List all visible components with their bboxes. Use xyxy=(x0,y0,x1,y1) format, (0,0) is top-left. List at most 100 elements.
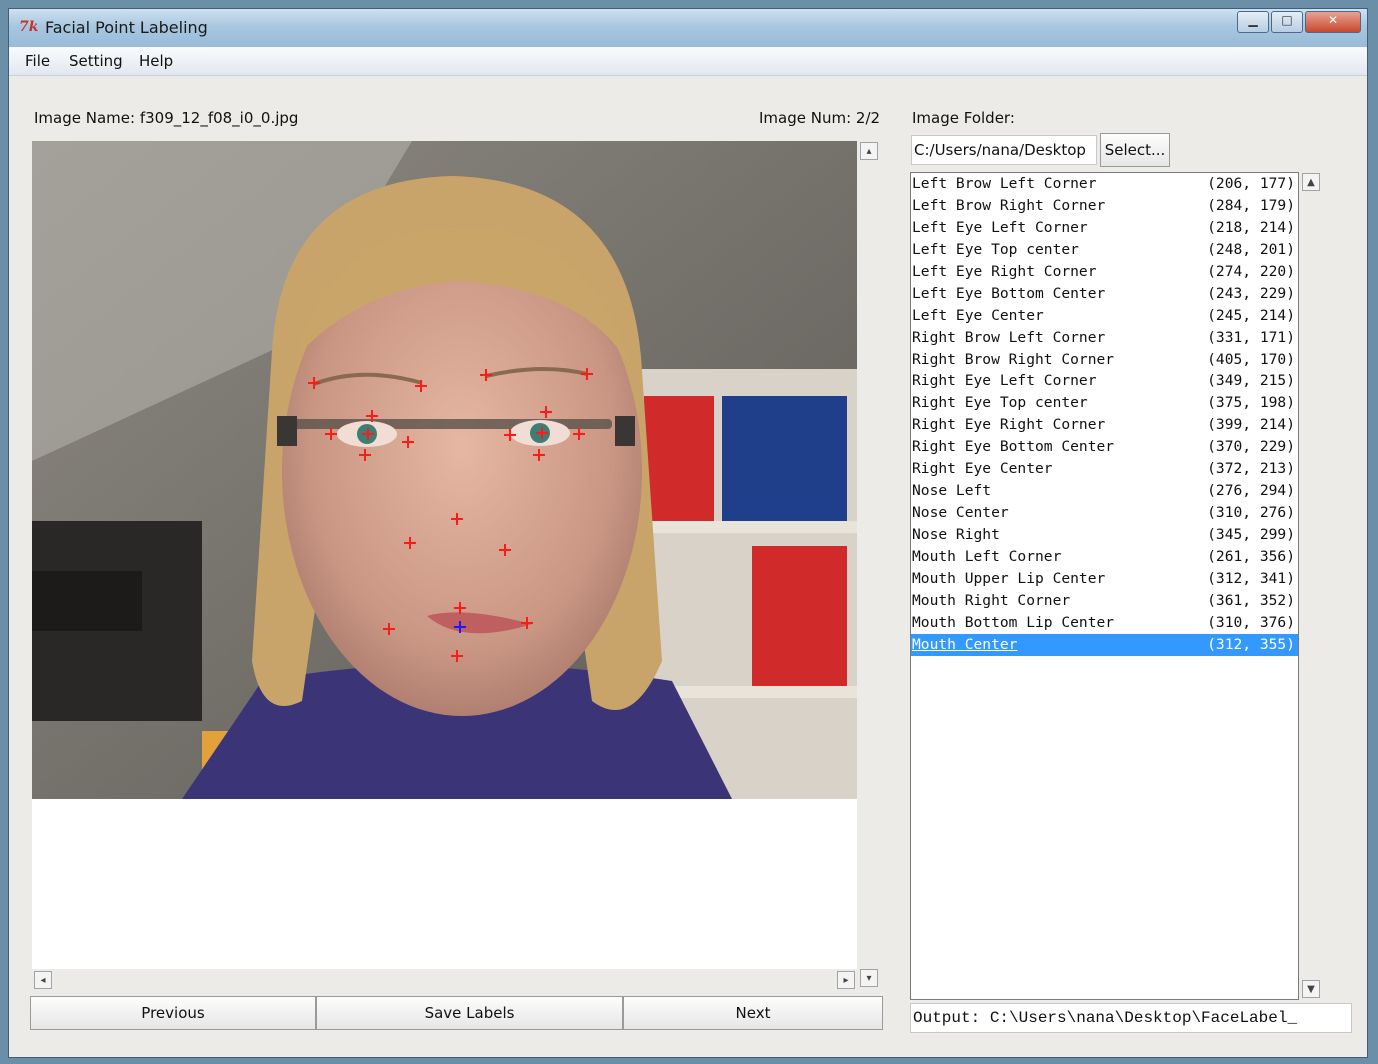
canvas-empty-area xyxy=(32,799,857,969)
point-coord: (245, 214) xyxy=(1207,306,1295,324)
list-item[interactable]: Mouth Upper Lip Center (312, 341) xyxy=(911,568,1298,590)
list-item[interactable]: Left Eye Center (245, 214) xyxy=(911,305,1298,327)
point-name: Left Eye Top center xyxy=(912,240,1079,258)
list-item[interactable]: Left Eye Top center (248, 201) xyxy=(911,239,1298,261)
point-coord: (284, 179) xyxy=(1207,196,1295,214)
point-coord: (372, 213) xyxy=(1207,460,1295,478)
point-name: Left Eye Right Corner xyxy=(912,262,1097,280)
list-item[interactable]: Left Eye Right Corner (274, 220) xyxy=(911,261,1298,283)
list-item[interactable]: Right Eye Right Corner (399, 214) xyxy=(911,414,1298,436)
image-folder-label: Image Folder: xyxy=(912,109,1015,127)
landmark-marker[interactable] xyxy=(573,428,585,440)
menu-help[interactable]: Help xyxy=(139,52,173,70)
list-item[interactable]: Right Eye Bottom Center (370, 229) xyxy=(911,436,1298,458)
minimize-button[interactable]: ▁ xyxy=(1237,11,1269,33)
landmark-marker[interactable] xyxy=(415,380,427,392)
point-coord: (248, 201) xyxy=(1207,240,1295,258)
point-coord: (274, 220) xyxy=(1207,262,1295,280)
save-labels-button[interactable]: Save Labels xyxy=(316,996,623,1030)
list-item[interactable]: Left Brow Left Corner (206, 177) xyxy=(911,173,1298,195)
scroll-left-arrow[interactable]: ◂ xyxy=(34,971,52,989)
point-name: Right Brow Right Corner xyxy=(912,350,1115,368)
landmark-marker[interactable] xyxy=(451,513,463,525)
maximize-icon: □ xyxy=(1281,13,1293,27)
point-coord: (310, 376) xyxy=(1207,613,1295,631)
landmark-marker[interactable] xyxy=(362,428,374,440)
previous-button[interactable]: Previous xyxy=(30,996,316,1030)
landmark-marker[interactable] xyxy=(451,650,463,662)
close-button[interactable]: ✕ xyxy=(1305,11,1361,33)
list-item[interactable]: Right Brow Right Corner (405, 170) xyxy=(911,349,1298,371)
list-item[interactable]: Right Eye Center (372, 213) xyxy=(911,458,1298,480)
landmark-marker[interactable] xyxy=(308,377,320,389)
point-name: Mouth Upper Lip Center xyxy=(912,569,1106,587)
list-item[interactable]: Right Brow Left Corner (331, 171) xyxy=(911,327,1298,349)
list-scroll-down-arrow[interactable]: ▼ xyxy=(1302,980,1320,998)
menu-setting[interactable]: Setting xyxy=(69,52,123,70)
output-path-field[interactable]: Output: C:\Users\nana\Desktop\FaceLabel_ xyxy=(910,1003,1352,1033)
list-item[interactable]: Nose Right (345, 299) xyxy=(911,524,1298,546)
landmark-marker-selected[interactable] xyxy=(454,621,466,633)
landmark-marker[interactable] xyxy=(383,623,395,635)
list-item[interactable]: Mouth Left Corner (261, 356) xyxy=(911,546,1298,568)
point-coord: (312, 355) xyxy=(1207,635,1295,653)
list-item[interactable]: Right Eye Left Corner (349, 215) xyxy=(911,370,1298,392)
app-window: 7k Facial Point Labeling ▁ □ ✕ File Sett… xyxy=(8,8,1368,1058)
landmark-marker[interactable] xyxy=(454,602,466,614)
point-name: Right Eye Right Corner xyxy=(912,416,1106,434)
point-name: Left Eye Bottom Center xyxy=(912,284,1106,302)
landmark-marker[interactable] xyxy=(504,429,516,441)
point-coord: (310, 276) xyxy=(1207,504,1295,522)
landmark-list[interactable]: Left Brow Left Corner (206, 177) Left Bro… xyxy=(910,172,1299,1000)
image-name-label: Image Name: f309_12_f08_i0_0.jpg xyxy=(34,109,299,127)
list-item[interactable]: Nose Center (310, 276) xyxy=(911,502,1298,524)
landmark-marker[interactable] xyxy=(366,410,378,422)
point-coord: (312, 341) xyxy=(1207,569,1295,587)
list-item[interactable]: Left Brow Right Corner (284, 179) xyxy=(911,195,1298,217)
list-item[interactable]: Right Eye Top center (375, 198) xyxy=(911,392,1298,414)
image-canvas[interactable] xyxy=(32,141,857,799)
landmark-marker[interactable] xyxy=(402,436,414,448)
point-name: Left Brow Left Corner xyxy=(912,175,1097,192)
landmark-marker[interactable] xyxy=(499,544,511,556)
point-coord: (218, 214) xyxy=(1207,218,1295,236)
image-num-label: Image Num: 2/2 xyxy=(759,109,881,127)
list-item[interactable]: Left Eye Left Corner (218, 214) xyxy=(911,217,1298,239)
scroll-up-arrow[interactable]: ▴ xyxy=(860,142,878,160)
landmark-marker[interactable] xyxy=(404,537,416,549)
list-scroll-up-arrow[interactable]: ▲ xyxy=(1302,173,1320,191)
point-coord: (399, 214) xyxy=(1207,416,1295,434)
point-coord: (370, 229) xyxy=(1207,438,1295,456)
scroll-down-arrow[interactable]: ▾ xyxy=(860,969,878,987)
landmark-marker[interactable] xyxy=(533,449,545,461)
menu-file[interactable]: File xyxy=(25,52,50,70)
list-scrollbar[interactable]: ▲ ▼ xyxy=(1299,172,1323,1000)
title-bar[interactable]: 7k Facial Point Labeling ▁ □ ✕ xyxy=(9,9,1367,47)
point-name: Mouth Bottom Lip Center xyxy=(912,613,1115,631)
canvas-horizontal-scrollbar[interactable]: ◂ ▸ xyxy=(32,969,857,991)
landmark-marker[interactable] xyxy=(325,428,337,440)
list-item[interactable]: Mouth Bottom Lip Center (310, 376) xyxy=(911,612,1298,634)
landmark-marker[interactable] xyxy=(359,449,371,461)
scroll-right-arrow[interactable]: ▸ xyxy=(837,971,855,989)
point-name: Right Eye Left Corner xyxy=(912,372,1097,390)
landmark-marker[interactable] xyxy=(540,406,552,418)
next-button[interactable]: Next xyxy=(623,996,883,1030)
select-folder-button[interactable]: Select... xyxy=(1100,133,1170,167)
landmark-marker[interactable] xyxy=(521,617,533,629)
image-folder-field[interactable]: C:/Users/nana/Desktop xyxy=(911,135,1097,165)
point-name: Right Eye Bottom Center xyxy=(912,438,1115,456)
list-item[interactable]: Nose Left (276, 294) xyxy=(911,480,1298,502)
maximize-button[interactable]: □ xyxy=(1271,11,1303,33)
list-item[interactable]: Left Eye Bottom Center (243, 229) xyxy=(911,283,1298,305)
tk-icon: 7k xyxy=(19,19,39,35)
point-coord: (361, 352) xyxy=(1207,591,1295,609)
list-item-selected[interactable]: Mouth Center (312, 355) xyxy=(911,633,1298,656)
list-item[interactable]: Mouth Right Corner (361, 352) xyxy=(911,590,1298,612)
canvas-vertical-scrollbar[interactable]: ▴ ▾ xyxy=(857,141,882,991)
landmark-marker[interactable] xyxy=(480,369,492,381)
point-name: Left Eye Left Corner xyxy=(912,218,1088,236)
landmark-marker[interactable] xyxy=(581,368,593,380)
face-photo xyxy=(32,141,857,799)
landmark-marker[interactable] xyxy=(536,427,548,439)
